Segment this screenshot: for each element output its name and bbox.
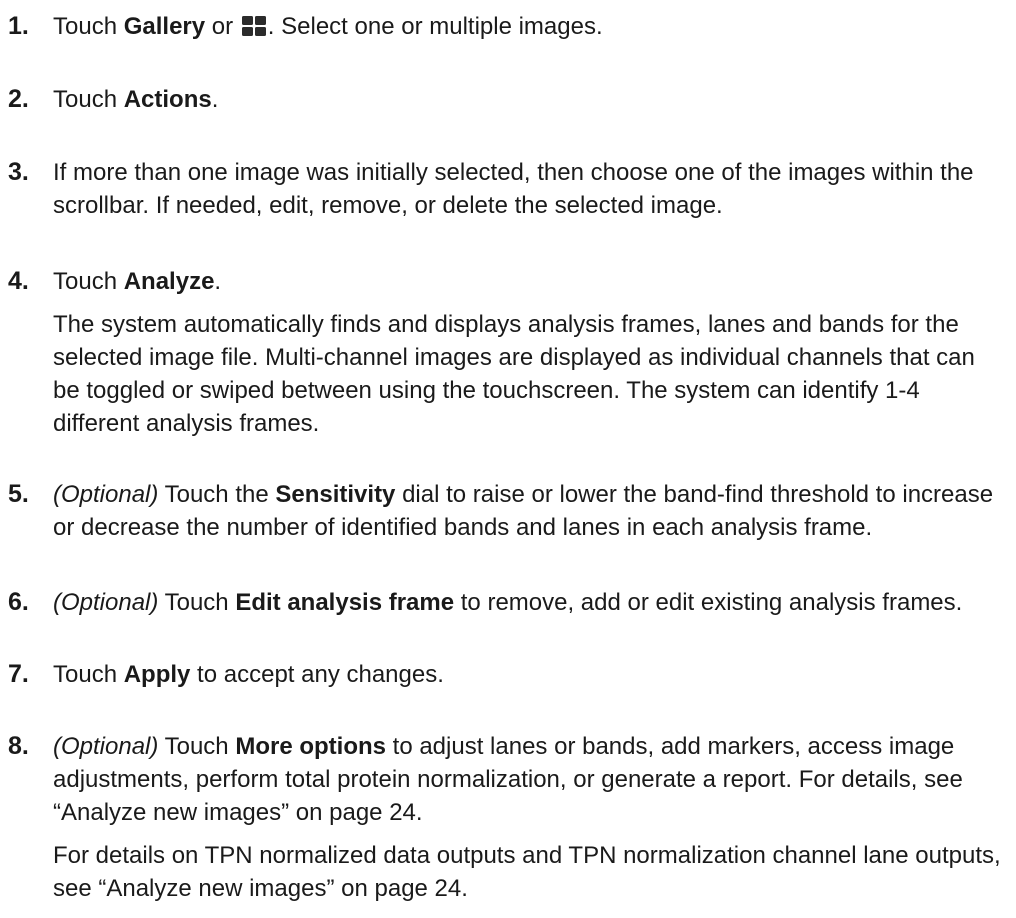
step-8: 8. (Optional) Touch More options to adju… xyxy=(8,730,1008,905)
instruction-text: to remove, add or edit existing analysis… xyxy=(454,589,963,616)
step-paragraph: For details on TPN normalized data outpu… xyxy=(53,839,1008,905)
step-number: 8. xyxy=(8,732,29,760)
instruction-text: Touch xyxy=(158,733,236,760)
instruction-text: or xyxy=(205,13,240,40)
gallery-grid-icon xyxy=(241,16,266,36)
step-5: 5. (Optional) Touch the Sensitivity dial… xyxy=(8,478,1008,544)
step-paragraph: If more than one image was initially sel… xyxy=(53,156,1008,222)
instruction-text: The system automatically finds and displ… xyxy=(53,311,975,437)
step-paragraph: (Optional) Touch More options to adjust … xyxy=(53,730,1008,829)
instruction-text: Touch xyxy=(53,661,124,688)
step-paragraph: Touch Apply to accept any changes. xyxy=(53,658,1008,691)
ui-term: Actions xyxy=(123,86,212,113)
optional-label: (Optional) xyxy=(53,589,159,616)
ui-term: Sensitivity xyxy=(275,481,396,508)
step-body: Touch Gallery or . Select one or multipl… xyxy=(53,10,1008,43)
step-body: (Optional) Touch Edit analysis frame to … xyxy=(53,586,1008,619)
optional-label: (Optional) xyxy=(53,481,159,508)
ui-term: Edit analysis frame xyxy=(235,589,455,616)
step-body: (Optional) Touch More options to adjust … xyxy=(53,730,1008,905)
instruction-text: . xyxy=(214,268,222,295)
instruction-text: Touch xyxy=(158,589,236,616)
instruction-text: For details on TPN normalized data outpu… xyxy=(53,842,1001,902)
instruction-text: Touch xyxy=(53,268,124,295)
step-6: 6. (Optional) Touch Edit analysis frame … xyxy=(8,586,1008,619)
ui-term: Gallery xyxy=(123,13,206,40)
step-paragraph: Touch Actions. xyxy=(53,83,1008,116)
step-paragraph: (Optional) Touch the Sensitivity dial to… xyxy=(53,478,1008,544)
optional-label: (Optional) xyxy=(53,733,159,760)
instruction-text: to accept any changes. xyxy=(190,661,444,688)
step-paragraph: Touch Analyze. xyxy=(53,265,1008,298)
instruction-text: Touch xyxy=(53,86,124,113)
step-body: If more than one image was initially sel… xyxy=(53,156,1008,222)
step-number: 2. xyxy=(8,85,29,113)
ui-term: Apply xyxy=(123,661,191,688)
step-number: 3. xyxy=(8,158,29,186)
instruction-text: Touch xyxy=(53,13,124,40)
step-number: 6. xyxy=(8,588,29,616)
instruction-text: Touch the xyxy=(158,481,276,508)
step-number: 1. xyxy=(8,12,29,40)
step-4: 4. Touch Analyze. The system automaticall… xyxy=(8,265,1008,440)
step-paragraph: The system automatically finds and displ… xyxy=(53,308,1008,440)
instruction-text: . xyxy=(211,86,219,113)
step-7: 7. Touch Apply to accept any changes. xyxy=(8,658,1008,691)
ui-term: Analyze xyxy=(123,268,215,295)
step-body: Touch Analyze. The system automatically f… xyxy=(53,265,1008,440)
step-body: Touch Actions. xyxy=(53,83,1008,116)
step-1: 1. Touch Gallery or . Select one or mult… xyxy=(8,10,1008,43)
ui-term: More options xyxy=(235,733,386,760)
instruction-text: If more than one image was initially sel… xyxy=(53,159,974,219)
step-body: (Optional) Touch the Sensitivity dial to… xyxy=(53,478,1008,544)
step-number: 5. xyxy=(8,480,29,508)
step-number: 4. xyxy=(8,267,29,295)
instruction-page: 1. Touch Gallery or . Select one or mult… xyxy=(0,0,1016,918)
step-paragraph: (Optional) Touch Edit analysis frame to … xyxy=(53,586,1008,619)
step-body: Touch Apply to accept any changes. xyxy=(53,658,1008,691)
step-2: 2. Touch Actions. xyxy=(8,83,1008,116)
step-number: 7. xyxy=(8,660,29,688)
step-3: 3. If more than one image was initially … xyxy=(8,156,1008,222)
step-paragraph: Touch Gallery or . Select one or multipl… xyxy=(53,10,1008,43)
instruction-text: . Select one or multiple images. xyxy=(267,13,603,40)
